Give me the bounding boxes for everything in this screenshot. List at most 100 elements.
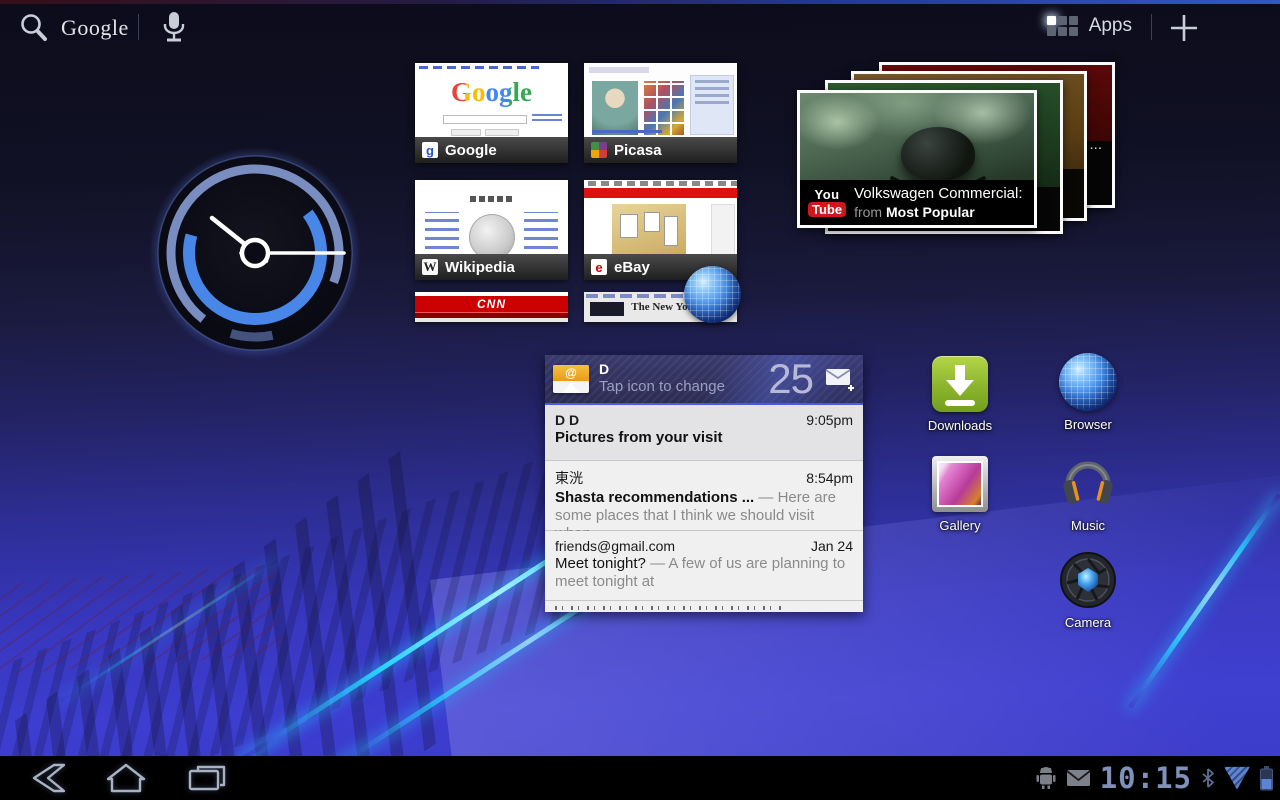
email-subject: Meet tonight? <box>555 555 646 572</box>
youtube-text: Volkswagen Commercial: Black... from Mos… <box>854 185 1026 220</box>
voice-search-button[interactable] <box>160 8 188 48</box>
youtube-logo: You Tube <box>808 188 846 217</box>
apps-button[interactable]: Apps <box>1047 15 1132 37</box>
google-search-logo: Google <box>61 15 129 41</box>
back-button[interactable] <box>10 756 82 800</box>
wikipedia-favicon: W <box>422 259 438 275</box>
email-header-text: D Tap icon to change <box>599 361 758 397</box>
system-bar: 10:15 <box>0 756 1280 800</box>
email-row[interactable]: friends@gmail.com Jan 24 Meet tonight? —… <box>545 531 863 601</box>
shortcut-gallery[interactable]: Gallery <box>905 456 1015 533</box>
battery-icon <box>1259 765 1274 791</box>
bookmark-thumbnail: CNN <box>415 292 568 322</box>
shortcut-label: Camera <box>1065 615 1111 630</box>
home-icon <box>104 761 148 795</box>
email-time: 8:54pm <box>806 470 853 486</box>
email-row[interactable]: 東洸 8:54pm Shasta recommendations ... — H… <box>545 461 863 531</box>
email-subject: Shasta recommendations ... <box>555 489 754 506</box>
top-bar-divider <box>1151 14 1152 40</box>
signal-icon <box>1224 767 1250 790</box>
compose-icon <box>825 367 855 393</box>
bookmark-card-wikipedia[interactable]: W Wikipedia <box>415 180 568 280</box>
shortcut-label: Gallery <box>939 518 980 533</box>
music-icon <box>1057 450 1119 512</box>
add-widget-button[interactable] <box>1168 12 1200 44</box>
recents-icon <box>184 761 228 795</box>
email-sender: D D <box>555 412 579 428</box>
bookmark-label: eBay <box>614 259 650 276</box>
clock-widget[interactable] <box>148 146 362 360</box>
youtube-video-title: Volkswagen Commercial: Black... <box>854 185 1026 202</box>
status-area[interactable]: 10:15 <box>1035 756 1274 800</box>
youtube-from: from <box>854 204 882 220</box>
bookmark-label-bar: Picasa <box>584 137 737 163</box>
email-sender: 東洸 <box>555 468 583 488</box>
shortcut-downloads[interactable]: Downloads <box>905 356 1015 433</box>
bookmark-label-bar: W Wikipedia <box>415 254 568 280</box>
bookmark-card-cnn-partial[interactable]: CNN <box>415 292 568 322</box>
microphone-icon <box>160 8 188 48</box>
clock-center <box>242 240 268 266</box>
cnn-thumb-logo: CNN <box>477 297 506 311</box>
home-screen: Google Apps <box>0 0 1280 800</box>
youtube-card-front[interactable]: You Tube Volkswagen Commercial: Black...… <box>797 90 1037 228</box>
email-account-name: D <box>599 361 758 379</box>
downloads-icon <box>932 356 988 412</box>
bookmark-label: Wikipedia <box>445 259 515 276</box>
at-symbol: @ <box>565 366 577 380</box>
usb-debug-icon <box>1035 766 1057 790</box>
search-button[interactable]: Google <box>18 12 129 43</box>
email-sender: friends@gmail.com <box>555 538 675 554</box>
youtube-logo-tube: Tube <box>808 202 846 217</box>
bookmark-card-google[interactable]: Google g Google <box>415 63 568 163</box>
email-widget-header[interactable]: @ D Tap icon to change 25 <box>545 355 863 405</box>
bookmark-label: Picasa <box>614 142 662 159</box>
shortcut-label: Downloads <box>928 418 992 433</box>
bookmarks-globe-icon <box>684 266 741 323</box>
google-favicon: g <box>422 142 438 158</box>
ebay-favicon: e <box>591 259 607 275</box>
email-time: Jan 24 <box>811 538 853 554</box>
youtube-channel-line: from Most Popular <box>854 204 1026 220</box>
home-button[interactable] <box>90 756 162 800</box>
recents-button[interactable] <box>170 756 242 800</box>
top-bar-divider <box>138 14 139 40</box>
youtube-logo-you: You <box>815 188 840 201</box>
youtube-channel: Most Popular <box>886 204 975 220</box>
apps-label: Apps <box>1089 15 1132 37</box>
bookmark-card-picasa[interactable]: Picasa <box>584 63 737 163</box>
bluetooth-icon <box>1201 767 1215 789</box>
shortcut-music[interactable]: Music <box>1033 450 1143 533</box>
shortcut-label: Music <box>1071 518 1105 533</box>
email-notification-icon <box>1066 769 1091 787</box>
status-clock: 10:15 <box>1100 761 1192 795</box>
email-header-subtitle: Tap icon to change <box>599 378 758 397</box>
compose-button[interactable] <box>825 367 855 391</box>
email-subject: Pictures from your visit <box>555 429 723 446</box>
beetle-image <box>901 127 975 181</box>
youtube-label-bar: You Tube Volkswagen Commercial: Black...… <box>800 180 1034 225</box>
youtube-back-title: ... <box>1089 136 1102 153</box>
bookmark-label: Google <box>445 142 497 159</box>
email-row-partial[interactable] <box>545 601 863 610</box>
shortcut-browser[interactable]: Browser <box>1033 353 1143 432</box>
search-icon <box>18 12 49 43</box>
email-time: 9:05pm <box>806 412 853 428</box>
email-account-icon[interactable]: @ <box>553 365 589 393</box>
youtube-widget: ... oi... .... You Tube Vol <box>795 58 1127 233</box>
picasa-favicon <box>591 142 607 158</box>
email-row[interactable]: D D 9:05pm Pictures from your visit <box>545 405 863 461</box>
top-action-bar: Google Apps <box>0 0 1280 56</box>
gallery-icon <box>932 456 988 512</box>
browser-icon <box>1059 353 1117 411</box>
email-widget: @ D Tap icon to change 25 D D 9:05pm <box>545 355 863 612</box>
apps-grid-icon <box>1047 16 1078 36</box>
google-thumb-logo: Google <box>415 77 568 108</box>
unread-count: 25 <box>768 355 813 403</box>
back-icon <box>24 761 68 795</box>
bookmark-label-bar: g Google <box>415 137 568 163</box>
shortcut-camera[interactable]: Camera <box>1033 551 1143 630</box>
analog-clock <box>148 146 362 360</box>
plus-icon <box>1168 12 1200 44</box>
bookmark-card-ebay[interactable]: e eBay <box>584 180 737 280</box>
